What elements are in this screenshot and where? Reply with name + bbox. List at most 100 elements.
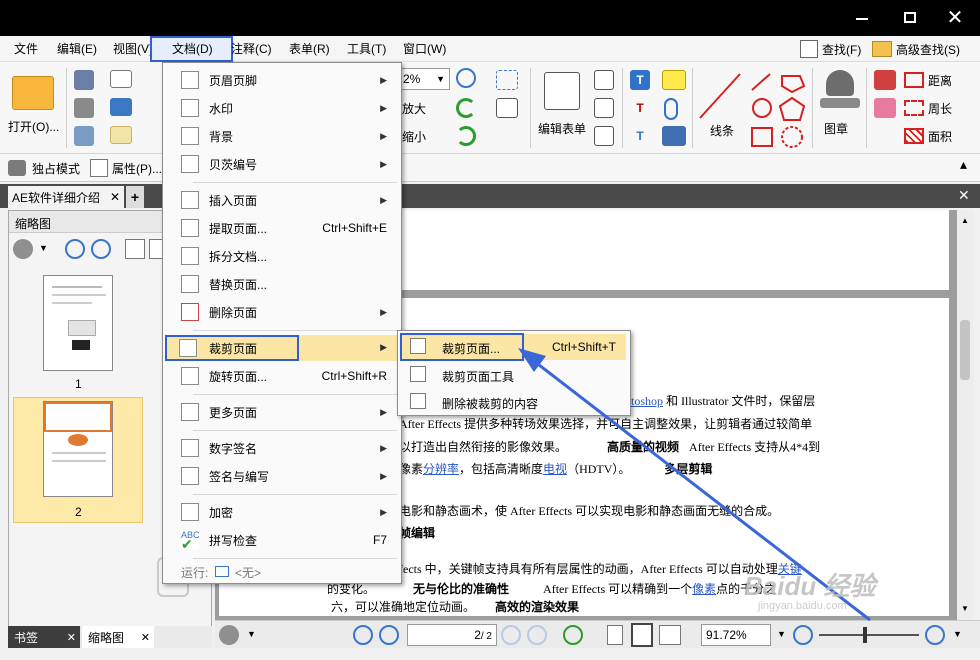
menu-tools[interactable]: 工具(T) bbox=[347, 40, 386, 58]
properties-button[interactable]: 属性(P)... bbox=[90, 158, 162, 178]
select-icon[interactable] bbox=[496, 70, 518, 90]
link-pixel[interactable]: 像素 bbox=[692, 582, 716, 596]
chevron-down-icon[interactable]: ▼ bbox=[247, 629, 256, 639]
scan-icon[interactable] bbox=[110, 98, 132, 116]
print-icon[interactable] bbox=[74, 98, 94, 118]
menu-item-background[interactable]: 背景 ▶ bbox=[167, 123, 399, 149]
menu-item-replace-page[interactable]: 替换页面... bbox=[167, 271, 399, 297]
text-box-icon[interactable] bbox=[594, 70, 614, 90]
new-doc-icon[interactable] bbox=[110, 126, 132, 144]
rotate-left-icon[interactable] bbox=[456, 98, 476, 118]
menu-item-insert-page[interactable]: 插入页面 ▶ bbox=[167, 187, 399, 213]
scroll-down-icon[interactable]: ▼ bbox=[961, 604, 969, 613]
thumbnail-page-1[interactable] bbox=[43, 275, 113, 371]
close-tab-icon[interactable]: ✕ bbox=[110, 190, 120, 204]
save-icon[interactable] bbox=[74, 70, 94, 90]
zoom-slider[interactable] bbox=[819, 634, 919, 636]
rotate-right-icon[interactable] bbox=[456, 126, 476, 146]
thumbnail-page-2[interactable] bbox=[43, 401, 113, 497]
next-page-icon[interactable] bbox=[501, 625, 521, 645]
single-page-icon[interactable] bbox=[607, 625, 623, 645]
link-photoshop[interactable]: toshop bbox=[631, 394, 663, 408]
close-icon[interactable]: ✕ bbox=[67, 631, 76, 644]
line-tool-icon[interactable] bbox=[696, 70, 744, 122]
menu-item-split-doc[interactable]: 拆分文档... bbox=[167, 243, 399, 269]
facing-page-icon[interactable] bbox=[659, 625, 681, 645]
first-page-icon[interactable] bbox=[353, 625, 373, 645]
tab-bookmarks[interactable]: 书签 ✕ bbox=[8, 626, 80, 648]
menu-item-more-pages[interactable]: 更多页面 ▶ bbox=[167, 399, 399, 425]
zoom-combo[interactable]: 2% ▼ bbox=[400, 68, 450, 90]
gear-icon[interactable] bbox=[219, 625, 239, 645]
zoom-out-thumb-icon[interactable] bbox=[91, 239, 111, 259]
advanced-find-button[interactable]: 高级查找(S) bbox=[872, 38, 960, 60]
export-icon[interactable] bbox=[74, 126, 94, 146]
menu-item-watermark[interactable]: 水印 ▶ bbox=[167, 95, 399, 121]
menu-item-sign-redact[interactable]: 签名与编写 ▶ bbox=[167, 463, 399, 489]
scroll-up-icon[interactable]: ▲ bbox=[961, 216, 969, 225]
menu-item-encrypt[interactable]: 加密 ▶ bbox=[167, 499, 399, 525]
note-icon[interactable] bbox=[662, 70, 686, 90]
zoom-in-label[interactable]: 放大 bbox=[402, 100, 426, 117]
exclusive-mode-button[interactable]: 独占模式 bbox=[8, 158, 80, 178]
rotate-thumb-icon[interactable] bbox=[125, 239, 145, 259]
continuous-page-icon[interactable] bbox=[631, 623, 653, 647]
chevron-down-icon[interactable]: ▼ bbox=[777, 629, 786, 639]
zoom-slider-thumb[interactable] bbox=[863, 627, 867, 643]
find-button[interactable]: 查找(F) bbox=[800, 38, 861, 60]
menu-form[interactable]: 表单(R) bbox=[289, 40, 330, 58]
menu-item-bates[interactable]: 贝茨编号 ▶ bbox=[167, 151, 399, 177]
prev-page-icon[interactable] bbox=[379, 625, 399, 645]
menu-view[interactable]: 视图(V) bbox=[113, 40, 153, 58]
edit-form-button[interactable]: 编辑表单 bbox=[536, 70, 592, 150]
submenu-item-crop-page[interactable]: 裁剪页面... Ctrl+Shift+T bbox=[400, 333, 626, 361]
new-tab-button[interactable]: + bbox=[126, 186, 144, 208]
replace-text-icon[interactable] bbox=[594, 126, 614, 146]
tab-ae-intro[interactable]: AE软件详细介绍 ✕ bbox=[8, 186, 124, 208]
menu-item-crop-page[interactable]: 裁剪页面 bbox=[165, 335, 299, 361]
menu-file[interactable]: 文件 bbox=[14, 40, 38, 58]
zoom-out-icon[interactable] bbox=[793, 625, 813, 645]
underline-text-icon[interactable]: T bbox=[630, 126, 650, 146]
link-tv[interactable]: 电视 bbox=[543, 462, 567, 476]
minimize-button[interactable] bbox=[848, 6, 878, 30]
menu-item-delete-page[interactable]: 删除页面 ▶ bbox=[167, 299, 399, 325]
zoom-in-icon[interactable] bbox=[925, 625, 945, 645]
menu-document[interactable]: 文档(D) bbox=[150, 36, 233, 62]
zoom-in-icon[interactable] bbox=[456, 68, 476, 88]
menu-item-header-footer[interactable]: 页眉页脚 ▶ bbox=[167, 67, 399, 93]
stamp-button[interactable]: 图章 bbox=[816, 68, 864, 148]
menu-item-rotate-page[interactable]: 旋转页面... Ctrl+Shift+R bbox=[167, 363, 399, 389]
menu-comment[interactable]: 注释(C) bbox=[231, 40, 272, 58]
open-button[interactable]: 打开(O)... bbox=[8, 72, 59, 134]
zoom-out-label[interactable]: 缩小 bbox=[402, 128, 426, 145]
menu-item-spell-check[interactable]: ABC ✔ 拼写检查 F7 bbox=[167, 527, 399, 553]
last-page-icon[interactable] bbox=[527, 625, 547, 645]
pencil-icon[interactable] bbox=[874, 70, 896, 90]
close-all-icon[interactable]: ✕ bbox=[958, 187, 970, 204]
chevron-down-icon[interactable]: ▼ bbox=[953, 629, 962, 639]
vertical-scrollbar[interactable]: ▲ ▼ bbox=[957, 210, 973, 620]
strikeout-icon[interactable] bbox=[594, 98, 614, 118]
attachment-icon[interactable] bbox=[664, 98, 678, 120]
zoom-input[interactable]: 91.72% bbox=[701, 624, 771, 646]
menu-item-crop-page-tail[interactable]: ▶ bbox=[299, 335, 399, 361]
sound-icon[interactable] bbox=[662, 126, 686, 146]
page-number-input[interactable]: 2/ 2 bbox=[407, 624, 497, 646]
toolbar-collapse-icon[interactable]: ▴ bbox=[960, 156, 967, 173]
menu-window[interactable]: 窗口(W) bbox=[403, 40, 446, 58]
scroll-thumb[interactable] bbox=[960, 320, 970, 380]
distance-tool[interactable]: 距离 bbox=[904, 70, 952, 90]
menu-edit[interactable]: 编辑(E) bbox=[57, 40, 97, 58]
close-icon[interactable]: ✕ bbox=[141, 631, 150, 644]
close-window-button[interactable]: ✕ bbox=[940, 6, 970, 30]
link-resolution[interactable]: 分辨率 bbox=[423, 462, 459, 476]
area-tool[interactable]: 面积 bbox=[904, 126, 952, 146]
submenu-item-crop-tool[interactable]: 裁剪页面工具 bbox=[402, 362, 626, 388]
typewriter-icon[interactable]: T bbox=[630, 70, 650, 90]
tab-thumbnails[interactable]: 缩略图 ✕ bbox=[82, 626, 154, 648]
text-field-icon[interactable] bbox=[496, 98, 518, 118]
perimeter-tool[interactable]: 周长 bbox=[904, 98, 952, 118]
gear-icon[interactable] bbox=[13, 239, 33, 259]
zoom-in-thumb-icon[interactable] bbox=[65, 239, 85, 259]
